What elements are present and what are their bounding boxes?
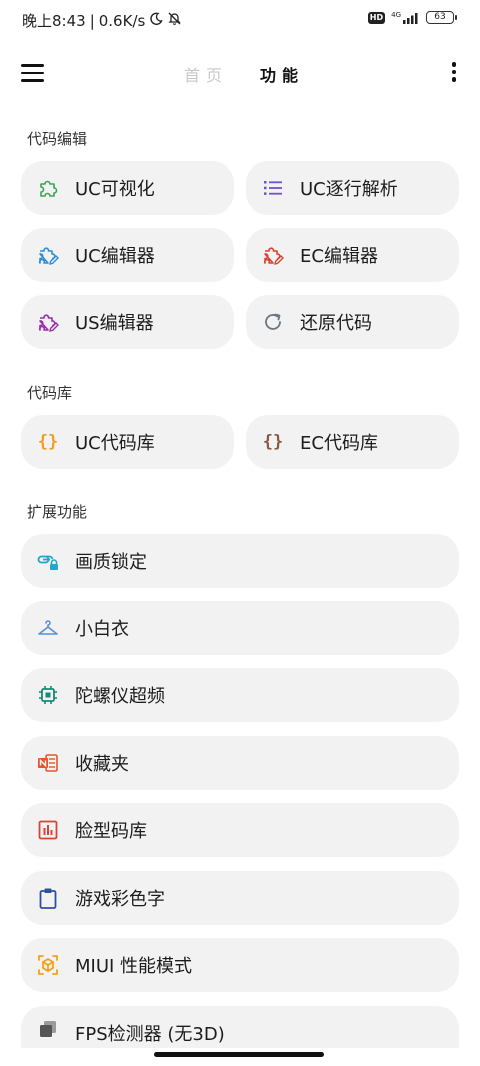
face-code-lib-label: 脸型码库	[75, 821, 147, 842]
braces-icon: {}	[262, 432, 284, 452]
more-options-icon[interactable]	[450, 62, 458, 84]
copy-icon	[37, 1018, 59, 1040]
favorites-label: 收藏夹	[75, 754, 129, 775]
us-editor-label: US编辑器	[75, 313, 154, 334]
section-title-code-lib: 代码库	[27, 384, 73, 402]
menu-icon[interactable]	[21, 64, 45, 82]
ec-editor-button[interactable]: EC编辑器	[246, 228, 459, 282]
status-divider: |	[89, 11, 95, 30]
moon-icon	[149, 12, 163, 30]
puzzle-edit-icon	[37, 311, 59, 333]
favorites-button[interactable]: 收藏夹	[21, 736, 459, 790]
face-code-lib-button[interactable]: 脸型码库	[21, 803, 459, 857]
miui-perf-mode-label: MIUI 性能模式	[75, 956, 193, 977]
game-color-text-button[interactable]: 游戏彩色字	[21, 871, 459, 925]
section-title-extensions: 扩展功能	[27, 503, 88, 521]
gyro-overclock-label: 陀螺仪超频	[75, 686, 165, 707]
status-right: HD 4G 63	[367, 10, 457, 24]
onenote-icon	[37, 752, 59, 774]
restore-code-label: 还原代码	[300, 313, 372, 334]
gyro-overclock-button[interactable]: 陀螺仪超频	[21, 668, 459, 722]
tab-home[interactable]: 首页	[184, 62, 228, 86]
uc-line-parse-label: UC逐行解析	[300, 179, 398, 200]
network-type: 4G	[391, 10, 401, 19]
hd-badge: HD	[367, 11, 386, 24]
home-indicator[interactable]	[154, 1052, 324, 1057]
puzzle-edit-icon	[262, 244, 284, 266]
status-time: 晚上8:43	[22, 12, 86, 30]
quality-lock-button[interactable]: 画质锁定	[21, 534, 459, 588]
braces-icon: {}	[37, 432, 59, 452]
status-speed: 0.6K/s	[98, 11, 146, 30]
small-white-label: 小白衣	[75, 619, 129, 640]
status-bar: 晚上8:43 | 0.6K/s HD 4G 63	[0, 0, 480, 40]
uc-visual-button[interactable]: UC可视化	[21, 161, 234, 215]
clipboard-icon	[37, 887, 59, 909]
game-color-text-label: 游戏彩色字	[75, 889, 165, 910]
status-left: 晚上8:43 | 0.6K/s	[22, 10, 182, 31]
restore-code-button[interactable]: 还原代码	[246, 295, 459, 349]
battery-icon: 63	[426, 11, 457, 24]
bar-chart-icon	[37, 819, 59, 841]
refresh-icon	[262, 311, 284, 333]
fps-detector-label: FPS检测器 (无3D)	[75, 1024, 225, 1045]
ec-editor-label: EC编辑器	[300, 246, 378, 267]
uc-visual-label: UC可视化	[75, 179, 155, 200]
ar-cube-icon	[37, 954, 59, 976]
puzzle-edit-icon	[37, 244, 59, 266]
signal-icon: 4G	[391, 10, 420, 24]
miui-perf-mode-button[interactable]: MIUI 性能模式	[21, 938, 459, 992]
quality-lock-label: 画质锁定	[75, 552, 147, 573]
list-icon	[262, 177, 284, 199]
ec-code-lib-button[interactable]: {} EC代码库	[246, 415, 459, 469]
hanger-icon	[37, 617, 59, 639]
uc-code-lib-button[interactable]: {} UC代码库	[21, 415, 234, 469]
section-title-code-edit: 代码编辑	[27, 130, 88, 148]
fps-detector-button[interactable]: FPS检测器 (无3D)	[21, 1006, 459, 1048]
puzzle-icon	[37, 177, 59, 199]
chip-icon	[37, 684, 59, 706]
bell-off-icon	[167, 11, 182, 30]
ec-code-lib-label: EC代码库	[300, 433, 378, 454]
tab-function[interactable]: 功能	[260, 62, 304, 86]
uc-code-lib-label: UC代码库	[75, 433, 155, 454]
uc-editor-button[interactable]: UC编辑器	[21, 228, 234, 282]
uc-editor-label: UC编辑器	[75, 246, 155, 267]
app-bar: 首页 功能	[0, 50, 480, 96]
link-lock-icon	[37, 550, 59, 572]
small-white-button[interactable]: 小白衣	[21, 601, 459, 655]
uc-line-parse-button[interactable]: UC逐行解析	[246, 161, 459, 215]
us-editor-button[interactable]: US编辑器	[21, 295, 234, 349]
